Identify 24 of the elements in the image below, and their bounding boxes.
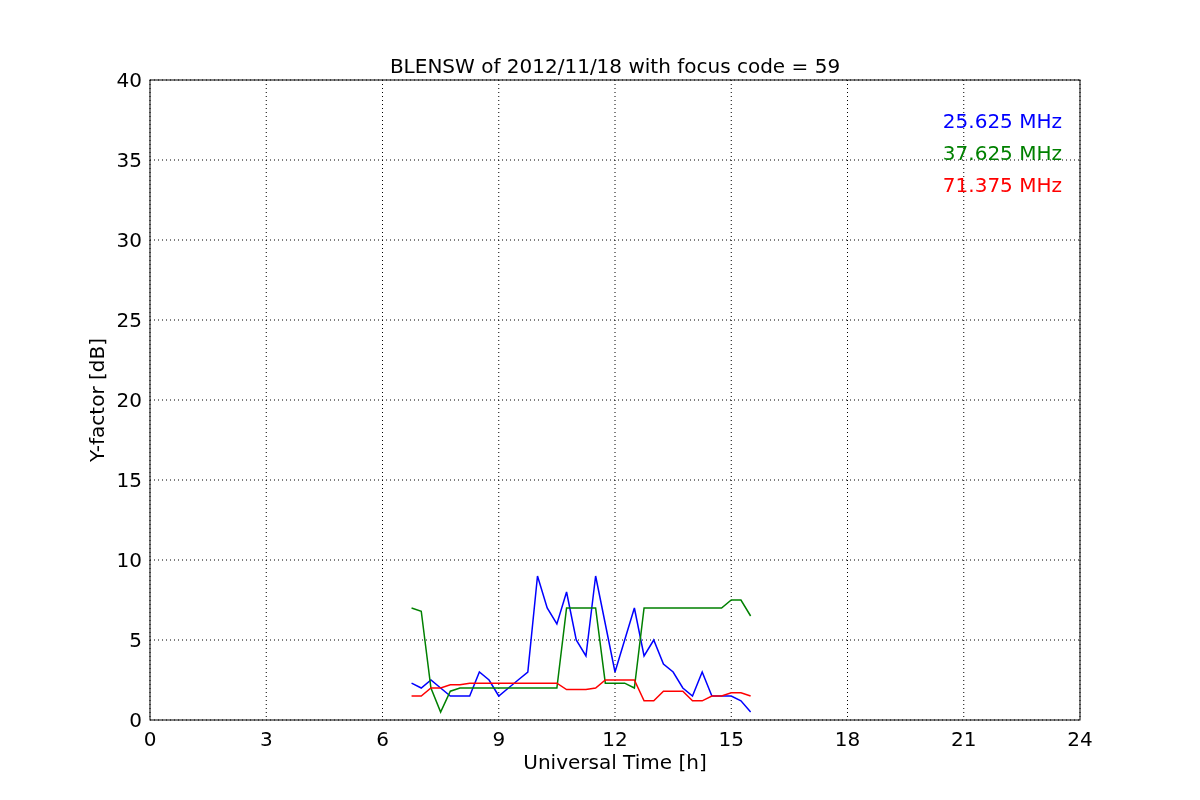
- legend-label: 37.625 MHz: [942, 141, 1062, 165]
- x-tick-label: 21: [951, 727, 977, 751]
- x-tick-label: 12: [602, 727, 628, 751]
- y-tick-label: 20: [116, 388, 142, 412]
- x-tick-label: 15: [718, 727, 744, 751]
- y-tick-label: 15: [116, 468, 142, 492]
- x-tick-label: 6: [376, 727, 389, 751]
- y-tick-label: 35: [116, 148, 142, 172]
- y-tick-label: 10: [116, 548, 142, 572]
- x-tick-label: 3: [259, 727, 273, 751]
- chart-title: BLENSW of 2012/11/18 with focus code = 59: [389, 54, 841, 78]
- x-tick-label: 9: [492, 727, 506, 751]
- x-axis-label: Universal Time [h]: [523, 750, 707, 774]
- y-axis-label: Y-factor [dB]: [85, 338, 109, 462]
- x-tick-label: 0: [143, 727, 157, 751]
- legend-label: 25.625 MHz: [942, 109, 1062, 133]
- y-tick-label: 25: [116, 308, 142, 332]
- x-tick-label: 18: [834, 727, 861, 751]
- y-tick-label: 40: [116, 68, 142, 92]
- legend-label: 71.375 MHz: [942, 173, 1062, 197]
- y-tick-label: 0: [129, 708, 142, 732]
- y-tick-label: 5: [129, 628, 142, 652]
- y-tick-label: 30: [116, 228, 142, 252]
- x-tick-label: 24: [1067, 727, 1093, 751]
